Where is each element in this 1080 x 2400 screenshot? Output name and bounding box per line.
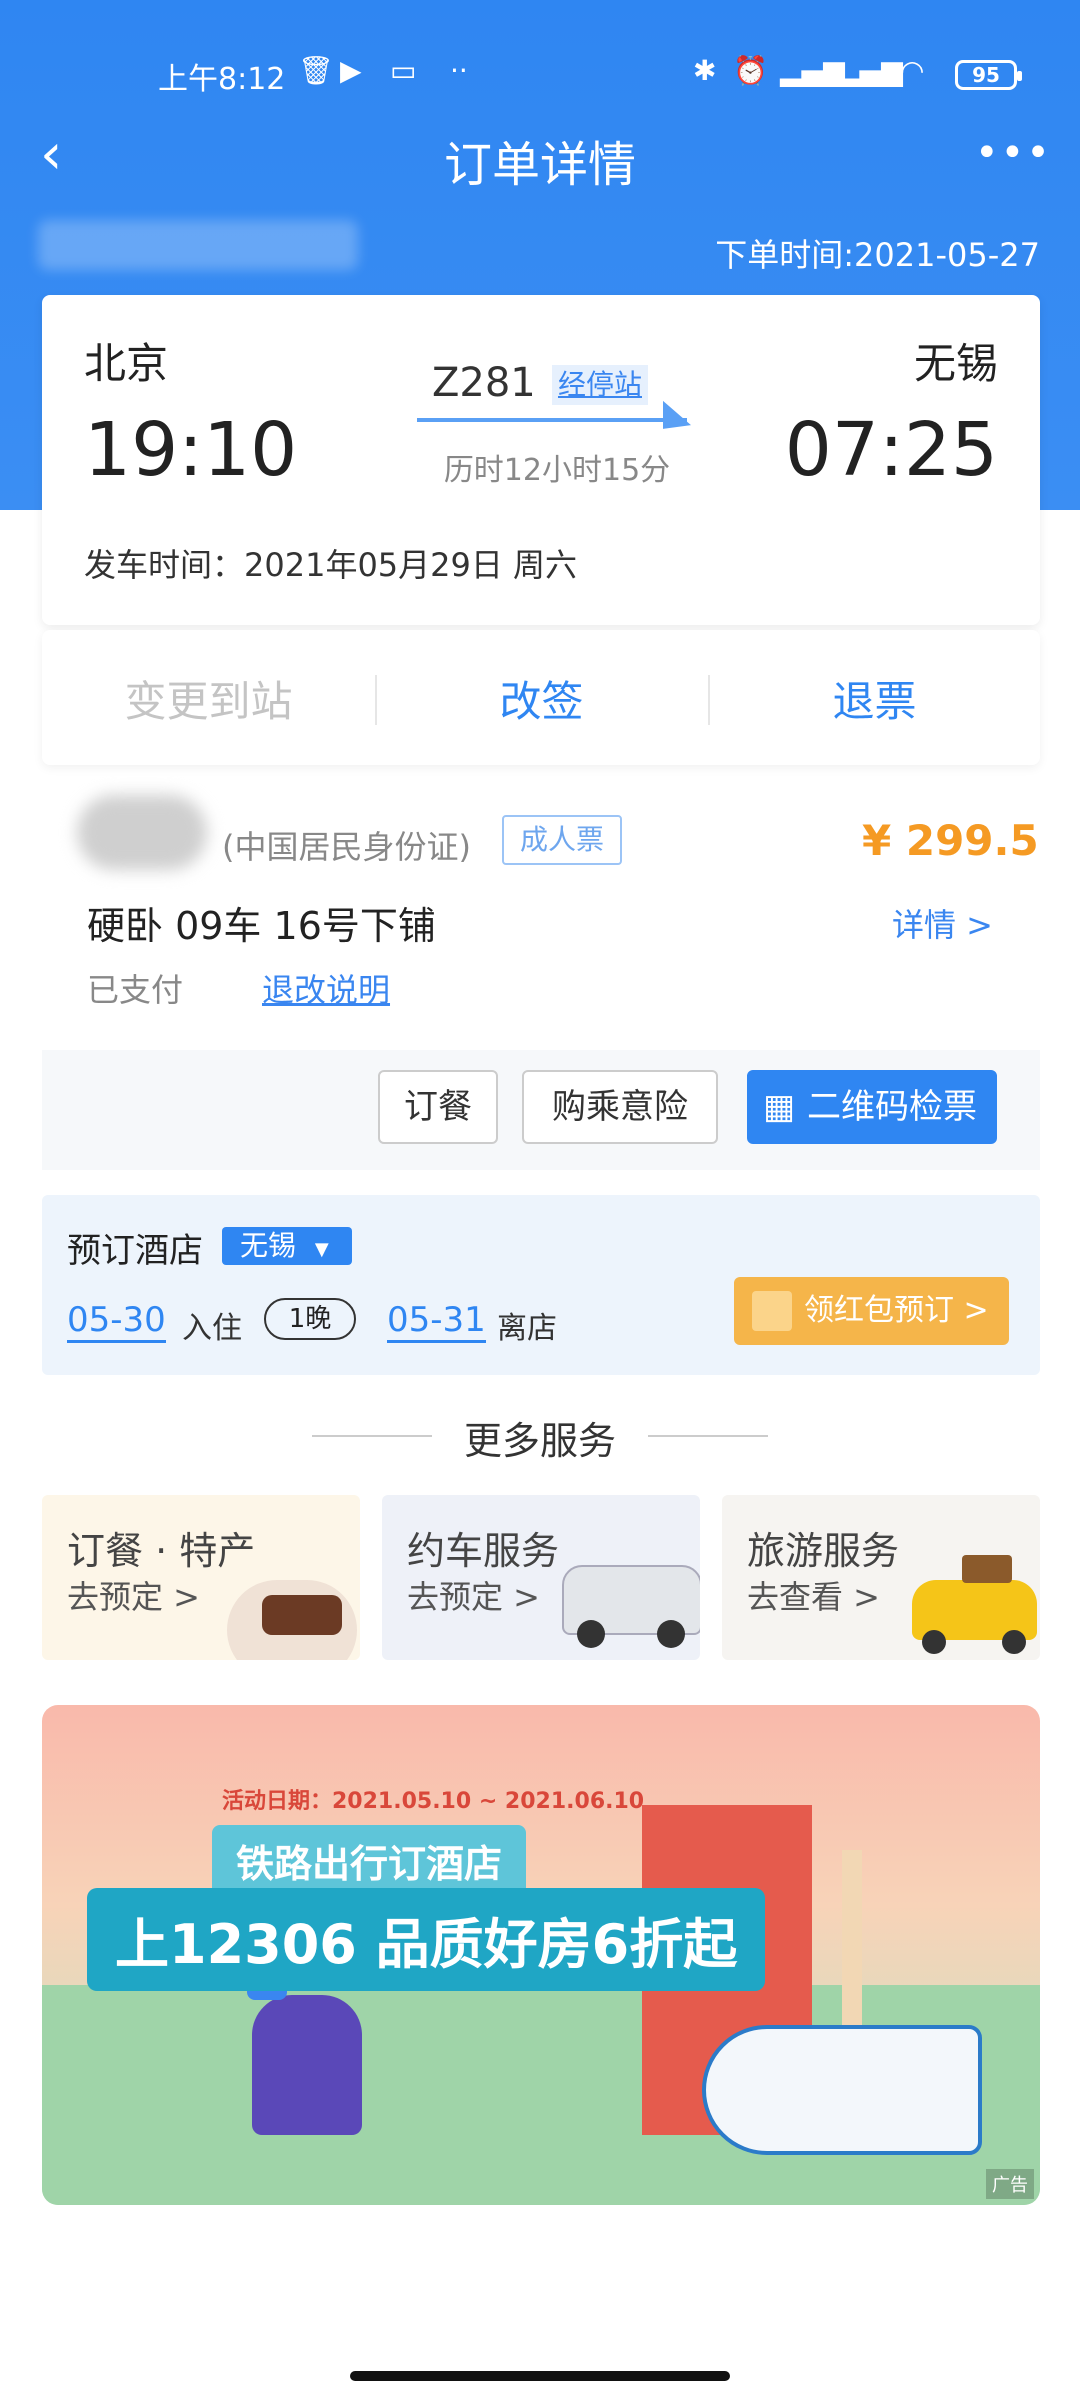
luggage-image xyxy=(962,1555,1012,1583)
qrcode-icon: ▦ xyxy=(763,1087,796,1127)
hotel-promo-banner[interactable]: 活动日期：2021.05.10 ~ 2021.06.10 铁路出行订酒店 上12… xyxy=(42,1705,1040,2205)
buy-insurance-button[interactable]: 购乘意险 xyxy=(522,1070,718,1144)
change-station-button[interactable]: 变更到站 xyxy=(42,668,375,729)
car-service[interactable]: 约车服务 去预定 > xyxy=(382,1495,700,1660)
page-title: 订单详情 xyxy=(443,137,636,193)
hotel-sign-image xyxy=(842,1850,862,2040)
order-meal-button[interactable]: 订餐 xyxy=(378,1070,498,1144)
departure-date: 发车时间：2021年05月29日 周六 xyxy=(84,546,578,584)
ticket-actions: 变更到站 改签 退票 xyxy=(42,630,1040,765)
departure-time: 19:10 xyxy=(84,407,298,493)
service-title: 约车服务 xyxy=(407,1529,560,1573)
alarm-icon: ⏰ xyxy=(733,54,768,87)
vr-icon: ▭ xyxy=(390,54,417,87)
promo-subheadline: 上12306 品质好房6折起 xyxy=(87,1888,766,1991)
trash-icon: 🗑 xyxy=(298,54,334,87)
id-type: (中国居民身份证) xyxy=(222,828,471,866)
payment-status: 已支付 xyxy=(87,971,184,1009)
service-link: 去预定 > xyxy=(67,1578,200,1616)
promo-date: 活动日期：2021.05.10 ~ 2021.06.10 xyxy=(222,1789,645,1814)
ad-tag: 广告 xyxy=(986,2169,1034,2199)
battery-indicator: 95 xyxy=(955,60,1022,90)
car-wheel xyxy=(657,1620,685,1648)
city-selected: 无锡 xyxy=(240,1229,297,1262)
reschedule-button[interactable]: 改签 xyxy=(375,668,708,729)
route-arrow-icon xyxy=(417,418,687,422)
qrcode-button-label: 二维码检票 xyxy=(807,1087,977,1127)
train-number: Z281 xyxy=(432,360,536,406)
traveler-image xyxy=(252,1995,362,2135)
hotel-title: 预订酒店 xyxy=(67,1231,203,1271)
red-packet-button-label: 领红包预订 > xyxy=(804,1293,989,1328)
nights-badge: 1晚 xyxy=(264,1298,356,1340)
order-time: 下单时间:2021-05-27 xyxy=(715,236,1040,274)
car-wheel xyxy=(577,1620,605,1648)
ticket-type-badge: 成人票 xyxy=(502,815,622,865)
arrival-time: 07:25 xyxy=(784,407,998,493)
signal-hd-icon-2: ▂▄▆ xyxy=(838,54,903,87)
blurred-user-name xyxy=(38,220,358,270)
city-dropdown[interactable]: 无锡 ▼ xyxy=(222,1227,352,1265)
train-image xyxy=(702,2025,982,2155)
qrcode-checkin-button[interactable]: ▦ 二维码检票 xyxy=(747,1070,997,1144)
checkout-label: 离店 xyxy=(497,1311,557,1346)
service-link: 去预定 > xyxy=(407,1578,540,1616)
home-indicator[interactable] xyxy=(350,2371,730,2381)
back-icon[interactable]: ‹ xyxy=(40,120,100,190)
hotel-booking-card: 预订酒店 无锡 ▼ 05-30 入住 1晚 05-31 离店 领红包预订 > xyxy=(42,1195,1040,1375)
train-info-card: 北京 19:10 Z281 经停站 历时12小时15分 无锡 07:25 发车时… xyxy=(42,295,1040,625)
arrival-station: 无锡 xyxy=(913,339,998,388)
service-link: 去查看 > xyxy=(747,1578,880,1616)
service-title: 旅游服务 xyxy=(747,1529,900,1573)
more-services-title: 更多服务 xyxy=(463,1419,616,1463)
promo-headline: 铁路出行订酒店 xyxy=(212,1825,527,1896)
more-dots-icon: ·· xyxy=(450,54,468,87)
checkout-date[interactable]: 05-31 xyxy=(387,1300,486,1343)
taxi-wheel xyxy=(922,1630,946,1654)
ticket-price: ¥ 299.5 xyxy=(862,816,1039,865)
status-bar: 上午8:12 🗑 ▶ ▭ ·· ✱ ⏰ ▂▄▆ ▂▄▆ ◠ 95 xyxy=(0,40,1080,110)
taxi-wheel xyxy=(1002,1630,1026,1654)
departure-station: 北京 xyxy=(84,339,169,388)
food-image-detail xyxy=(262,1595,342,1635)
signal-hd-icon: ▂▄▆ xyxy=(780,54,845,87)
red-packet-book-button[interactable]: 领红包预订 > xyxy=(734,1277,1009,1345)
chevron-down-icon: ▼ xyxy=(314,1239,329,1260)
blurred-passenger-name xyxy=(77,795,207,870)
ticket-detail-link[interactable]: 详情 > xyxy=(892,900,993,946)
checkin-date[interactable]: 05-30 xyxy=(67,1300,166,1343)
checkin-label: 入住 xyxy=(182,1311,242,1346)
refund-rules-link[interactable]: 退改说明 xyxy=(262,965,390,1011)
service-title: 订餐 · 特产 xyxy=(67,1529,256,1573)
refund-button[interactable]: 退票 xyxy=(708,668,1041,729)
play-icon: ▶ xyxy=(340,54,362,87)
divider-line xyxy=(648,1435,768,1437)
passenger-ticket-card: (中国居民身份证) 成人票 ¥ 299.5 硬卧 09车 16号下铺 详情 > … xyxy=(42,780,1040,1170)
bluetooth-icon: ✱ xyxy=(693,54,717,87)
status-time: 上午8:12 xyxy=(158,62,286,97)
meal-specialty-service[interactable]: 订餐 · 特产 去预定 > xyxy=(42,1495,360,1660)
wifi-icon: ◠ xyxy=(900,54,925,87)
travel-service[interactable]: 旅游服务 去查看 > xyxy=(722,1495,1040,1660)
ticket-button-row: 订餐 购乘意险 ▦ 二维码检票 xyxy=(42,1050,1040,1170)
more-menu-icon[interactable]: ••• xyxy=(975,118,1050,188)
via-stations-link[interactable]: 经停站 xyxy=(552,365,648,405)
seat-info: 硬卧 09车 16号下铺 xyxy=(87,904,436,948)
trip-duration: 历时12小时15分 xyxy=(443,453,671,488)
red-packet-icon xyxy=(752,1291,792,1331)
